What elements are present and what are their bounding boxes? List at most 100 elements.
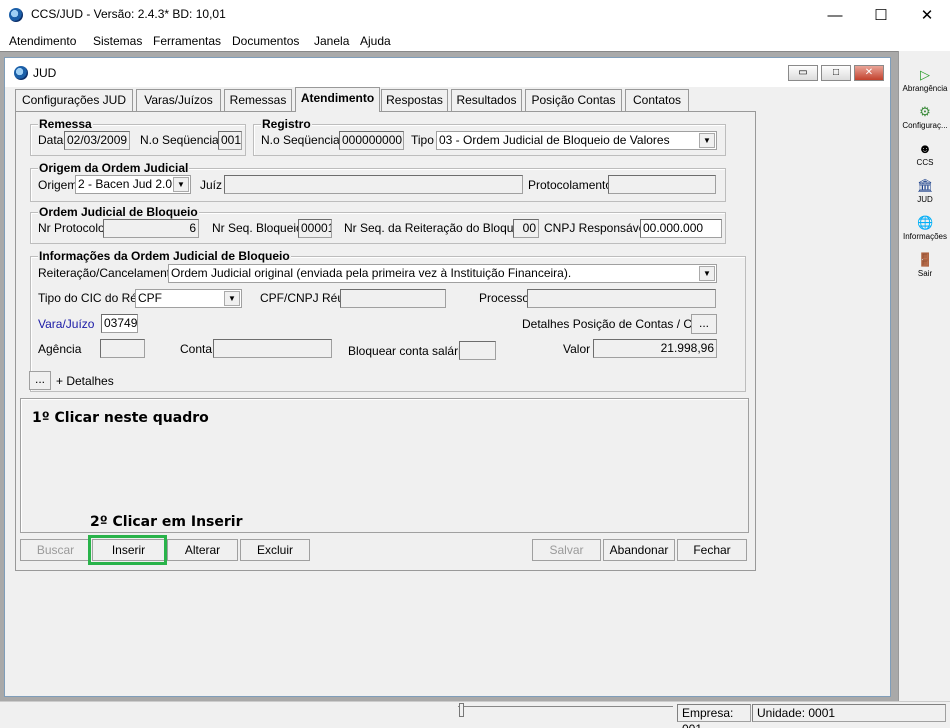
remessa-seq-field[interactable]: 001	[218, 131, 242, 150]
tab-varas-juizos[interactable]: Varas/Juízos	[136, 89, 221, 111]
chevron-down-icon[interactable]: ▼	[699, 133, 715, 148]
menu-janela[interactable]: Janela	[314, 34, 349, 48]
jud-minimize-button[interactable]: ▭	[788, 65, 818, 81]
alterar-button[interactable]: Alterar	[167, 539, 238, 561]
window-title: CCS/JUD - Versão: 2.4.3* BD: 10,01	[31, 7, 226, 21]
origem-value: 2 - Bacen Jud 2.0	[78, 177, 173, 191]
tipo-cic-value: CPF	[138, 291, 162, 305]
side-button-ccs[interactable]: ☻ CCS	[899, 141, 950, 168]
configuracoes-icon: ⚙	[919, 104, 931, 119]
tab-configuracoes-jud[interactable]: Configurações JUD	[15, 89, 133, 111]
origem-select[interactable]: 2 - Bacen Jud 2.0 ▼	[75, 175, 191, 194]
menu-bar: Atendimento Sistemas Ferramentas Documen…	[0, 31, 950, 51]
jud-window-title: JUD	[33, 66, 57, 80]
salvar-button[interactable]: Salvar	[532, 539, 601, 561]
valor-field[interactable]: 21.998,96	[593, 339, 717, 358]
protocolamento-field[interactable]	[608, 175, 716, 194]
jud-window-icon	[14, 66, 28, 80]
menu-atendimento[interactable]: Atendimento	[9, 34, 76, 48]
detalhes-posicao-label: Detalhes Posição de Contas / CCS	[522, 317, 709, 331]
side-label: Configuraç...	[902, 121, 948, 130]
tab-respostas[interactable]: Respostas	[381, 89, 448, 111]
juiz-label: Juíz	[200, 178, 223, 192]
menu-ajuda[interactable]: Ajuda	[360, 34, 391, 48]
protocolamento-label: Protocolamento	[528, 178, 613, 192]
abandonar-button[interactable]: Abandonar	[603, 539, 675, 561]
menu-sistemas[interactable]: Sistemas	[93, 34, 142, 48]
side-label: Informações	[902, 232, 948, 241]
jud-building-icon: 🏛	[917, 178, 934, 193]
title-bar: CCS/JUD - Versão: 2.4.3* BD: 10,01 — ☐ ✕	[0, 0, 950, 31]
side-label: Sair	[917, 269, 933, 278]
chevron-down-icon[interactable]: ▼	[224, 291, 240, 306]
status-empresa: Empresa: 001	[677, 704, 751, 728]
side-button-informacoes[interactable]: 🌐 Informações	[899, 216, 950, 242]
fechar-button[interactable]: Fechar	[677, 539, 747, 561]
side-label: JUD	[917, 195, 933, 204]
tab-contatos[interactable]: Contatos	[625, 89, 689, 111]
registro-seq-label: N.o Seqüencial	[261, 133, 343, 147]
tab-posicao-contas[interactable]: Posição Contas	[525, 89, 622, 111]
status-bar: Empresa: 001 Unidade: 0001	[0, 701, 950, 728]
conta-field[interactable]	[213, 339, 332, 358]
vara-juizo-field[interactable]: 03749	[101, 314, 138, 333]
inserir-highlight-box	[88, 535, 167, 565]
bloquear-salario-field[interactable]	[459, 341, 496, 360]
valor-label: Valor	[563, 342, 591, 356]
jud-close-button[interactable]: ✕	[854, 65, 884, 81]
cpf-cnpj-field[interactable]	[340, 289, 446, 308]
registro-seq-field[interactable]: 0000000001	[339, 131, 404, 150]
jud-restore-button[interactable]: □	[821, 65, 851, 81]
side-label: CCS	[916, 158, 934, 167]
cnpj-responsavel-field[interactable]: 00.000.000	[640, 219, 722, 238]
origem-title: Origem da Ordem Judicial	[38, 161, 190, 175]
side-button-abrangencia[interactable]: ▷ Abrangência	[899, 68, 950, 94]
mais-detalhes-button[interactable]: ...	[29, 371, 51, 390]
remessa-title: Remessa	[38, 117, 93, 131]
ccs-icon: ☻	[918, 141, 932, 156]
registro-tipo-value: 03 - Ordem Judicial de Bloqueio de Valor…	[439, 133, 670, 147]
tab-atendimento[interactable]: Atendimento	[295, 87, 380, 112]
seq-reiteracao-label: Nr Seq. da Reiteração do Bloqueio	[344, 221, 530, 235]
agencia-field[interactable]	[100, 339, 145, 358]
tab-resultados[interactable]: Resultados	[451, 89, 522, 111]
side-button-sair[interactable]: 🚪 Sair	[899, 253, 950, 279]
app-icon	[9, 8, 23, 22]
juiz-field[interactable]	[224, 175, 523, 194]
excluir-button[interactable]: Excluir	[240, 539, 310, 561]
registro-title: Registro	[261, 117, 312, 131]
tab-remessas[interactable]: Remessas	[224, 89, 292, 111]
tipo-cic-label: Tipo do CIC do Réu	[38, 291, 144, 305]
origem-label: Origem	[38, 178, 78, 192]
seq-reiteracao-field[interactable]: 00	[513, 219, 539, 238]
processo-label: Processo	[479, 291, 530, 305]
maximize-button[interactable]: ☐	[858, 0, 904, 31]
reiteracao-label: Reiteração/Cancelamento	[38, 266, 177, 280]
close-button[interactable]: ✕	[904, 0, 950, 31]
seq-bloqueio-field[interactable]: 00001	[298, 219, 332, 238]
protocolo-field[interactable]: 6	[103, 219, 199, 238]
minimize-button[interactable]: —	[812, 0, 858, 31]
jud-title-bar: JUD ▭ □ ✕	[5, 58, 890, 87]
menu-documentos[interactable]: Documentos	[232, 34, 299, 48]
chevron-down-icon[interactable]: ▼	[173, 177, 189, 192]
chevron-down-icon[interactable]: ▼	[699, 266, 715, 281]
side-button-jud[interactable]: 🏛 JUD	[899, 178, 950, 205]
buscar-button[interactable]: Buscar	[20, 539, 91, 561]
reiteracao-value: Ordem Judicial original (enviada pela pr…	[171, 266, 572, 280]
reiteracao-select[interactable]: Ordem Judicial original (enviada pela pr…	[168, 264, 717, 283]
detalhes-posicao-button[interactable]: ...	[691, 314, 717, 334]
remessa-data-field[interactable]: 02/03/2009	[64, 131, 130, 150]
vara-juizo-link[interactable]: Vara/Juízo	[38, 317, 94, 331]
side-toolbar: ▷ Abrangência ⚙ Configuraç... ☻ CCS 🏛 JU…	[898, 51, 950, 701]
registro-tipo-select[interactable]: 03 - Ordem Judicial de Bloqueio de Valor…	[436, 131, 717, 150]
registro-tipo-label: Tipo	[411, 133, 434, 147]
processo-field[interactable]	[527, 289, 716, 308]
menu-ferramentas[interactable]: Ferramentas	[153, 34, 221, 48]
tipo-cic-select[interactable]: CPF ▼	[135, 289, 242, 308]
status-slider-handle[interactable]	[459, 703, 464, 717]
status-slider-track	[458, 706, 673, 716]
protocolo-label: Nr Protocolo	[38, 221, 105, 235]
side-button-configuracoes[interactable]: ⚙ Configuraç...	[899, 104, 950, 131]
seq-bloqueio-label: Nr Seq. Bloqueio	[212, 221, 303, 235]
